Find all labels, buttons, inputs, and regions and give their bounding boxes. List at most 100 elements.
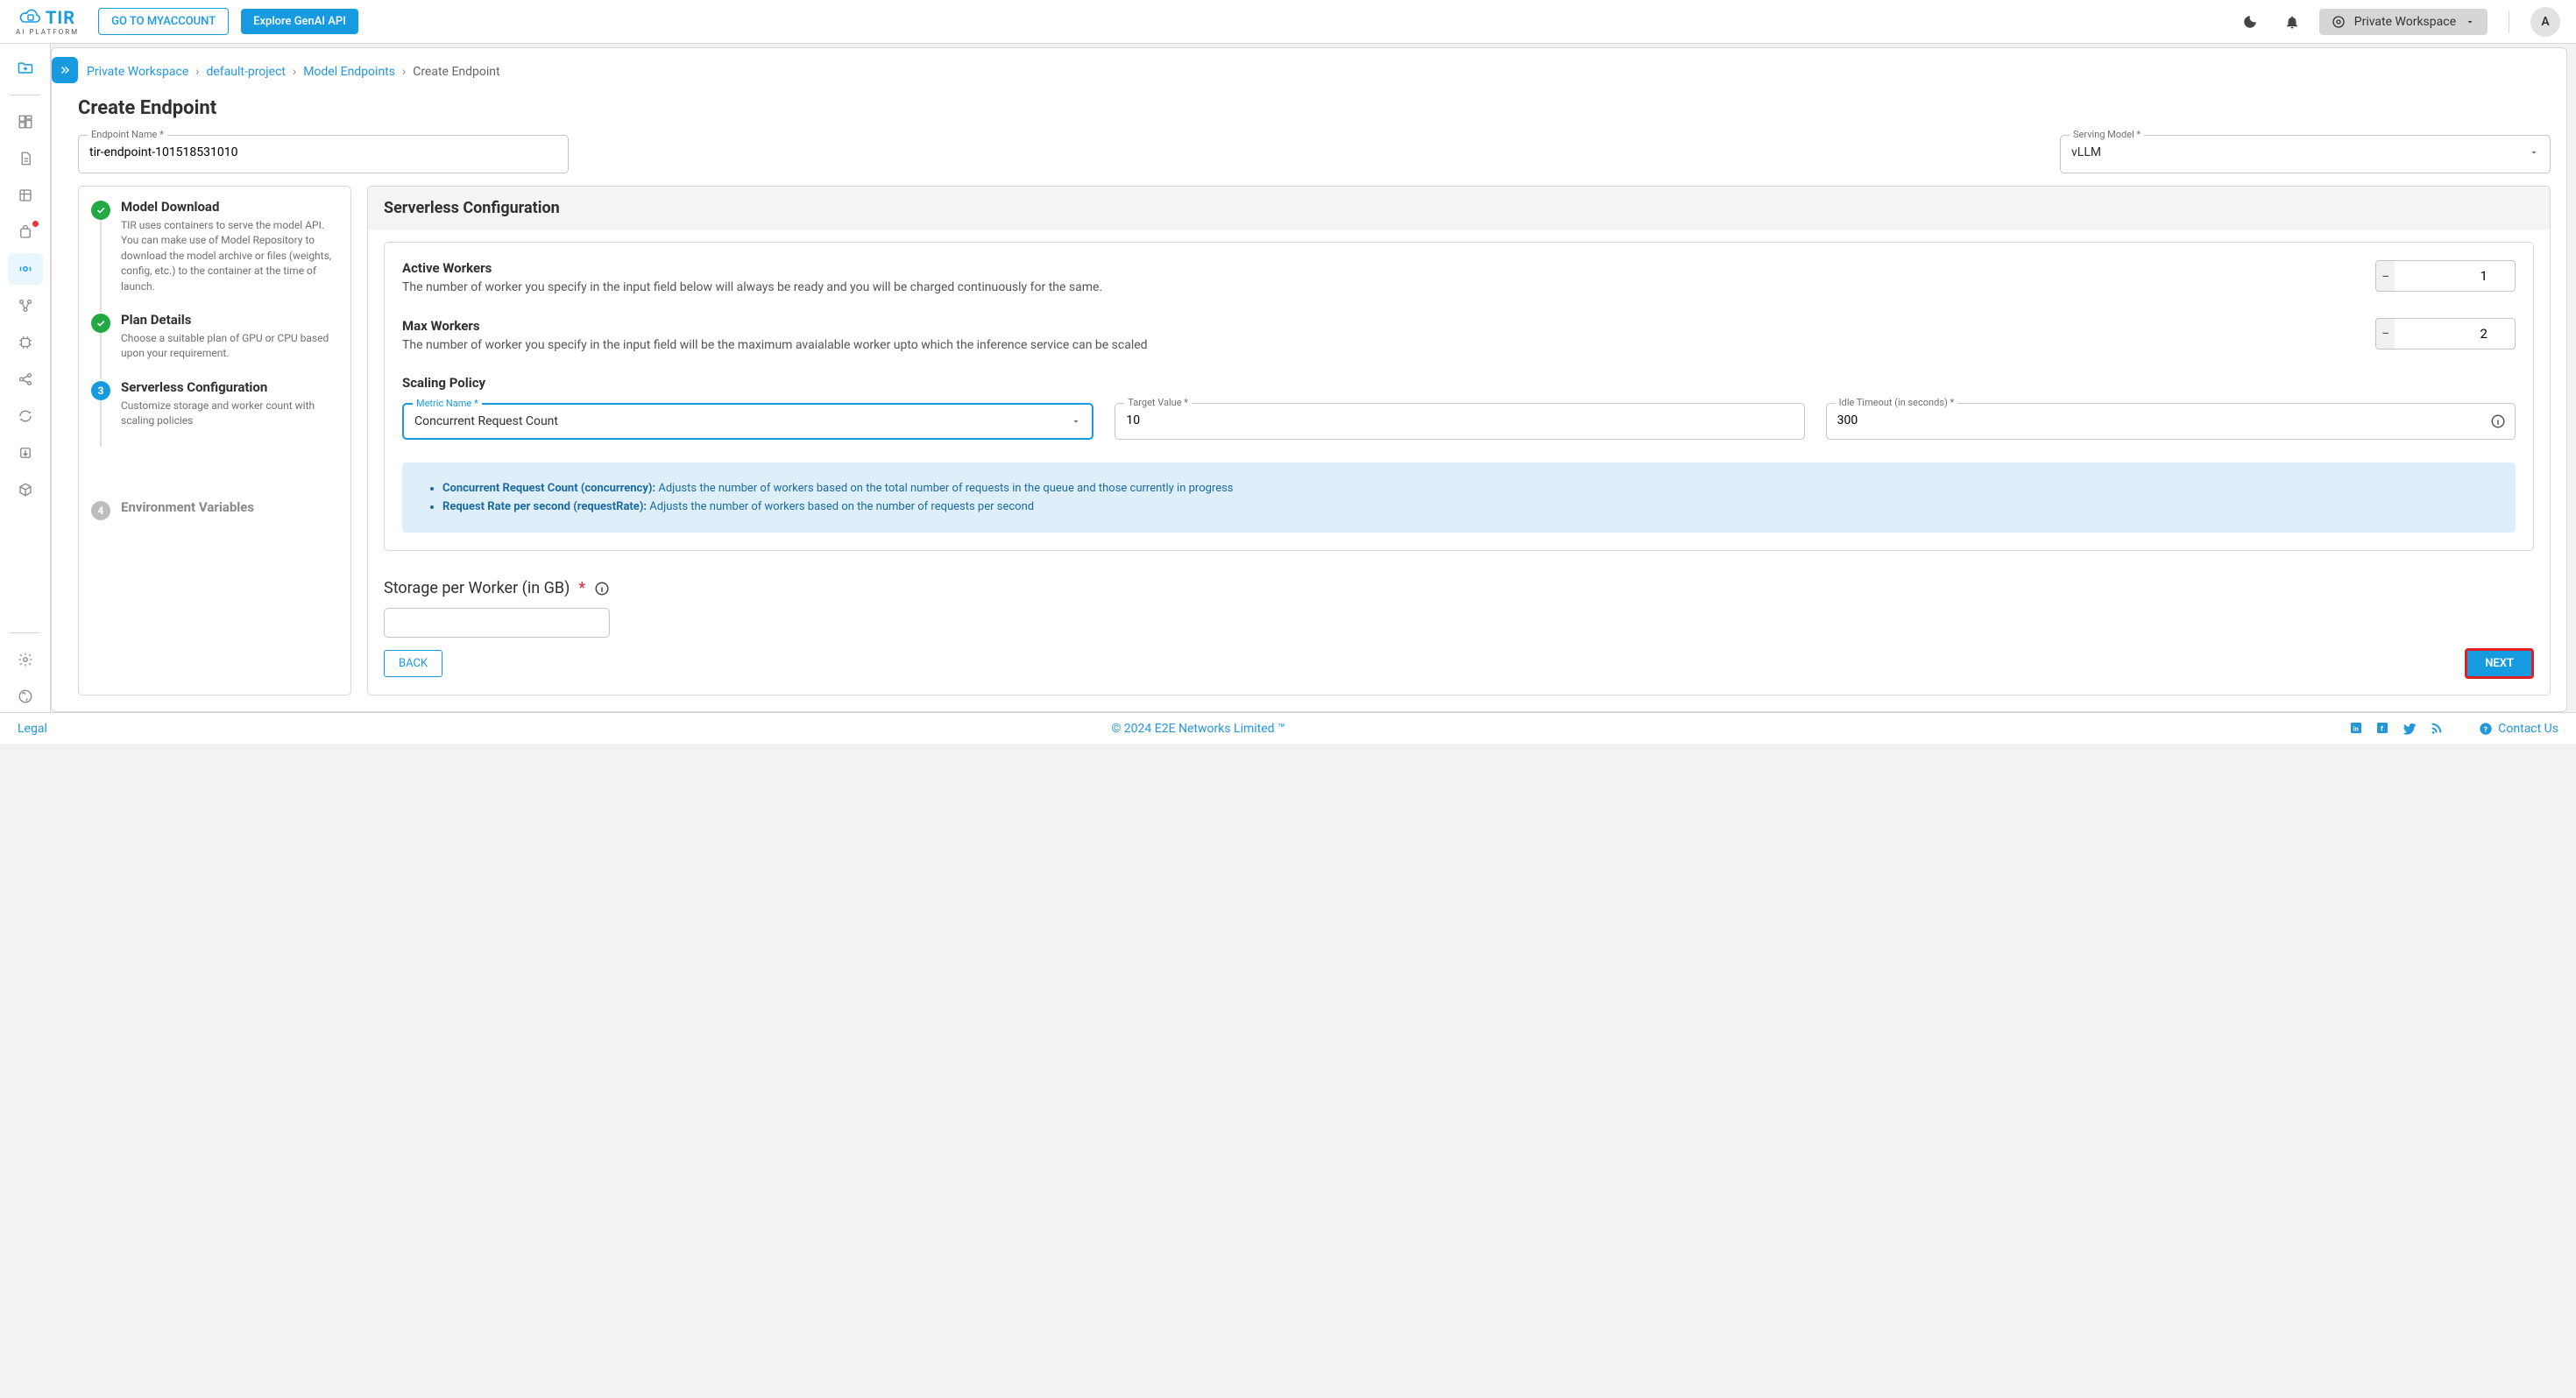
- rail-new-folder-icon[interactable]: [8, 53, 43, 84]
- rail-cube-icon[interactable]: [8, 474, 43, 505]
- config-panel: Serverless Configuration Active Workers …: [367, 186, 2551, 695]
- scope-icon: [2332, 15, 2346, 29]
- step-4-title[interactable]: Environment Variables: [121, 499, 254, 515]
- rail-pipeline-icon[interactable]: [8, 290, 43, 321]
- main-panel: Private Workspace› default-project› Mode…: [51, 47, 2567, 712]
- info-icon[interactable]: [2490, 413, 2506, 429]
- step-1-title[interactable]: Model Download: [121, 199, 338, 215]
- endpoint-name-input[interactable]: [79, 136, 568, 169]
- active-workers-stepper[interactable]: − +: [2375, 260, 2516, 292]
- check-icon: [96, 318, 106, 328]
- breadcrumb: Private Workspace› default-project› Mode…: [87, 56, 500, 79]
- step-3-icon: 3: [91, 381, 110, 400]
- rail-table-icon[interactable]: [8, 180, 43, 211]
- linkedin-icon[interactable]: in: [2349, 721, 2363, 737]
- svg-text:f: f: [2381, 724, 2383, 732]
- crumb-workspace[interactable]: Private Workspace: [87, 65, 188, 79]
- step-1-icon: [91, 201, 110, 220]
- workspace-label: Private Workspace: [2354, 15, 2456, 29]
- caret-down-icon: [1071, 416, 1081, 427]
- logo-subtext: AI PLATFORM: [16, 28, 79, 36]
- notifications-icon[interactable]: [2277, 7, 2307, 37]
- max-workers-input[interactable]: [2395, 325, 2516, 342]
- explore-genai-button[interactable]: Explore GenAI API: [241, 9, 358, 34]
- rail-region-icon[interactable]: [8, 681, 43, 712]
- crumb-current: Create Endpoint: [413, 65, 499, 79]
- svg-text:?: ?: [2484, 725, 2488, 734]
- config-heading: Serverless Configuration: [368, 187, 2550, 229]
- workspace-picker[interactable]: Private Workspace: [2319, 9, 2488, 35]
- step-3-desc: Customize storage and worker count with …: [121, 399, 338, 429]
- step-3-title[interactable]: Serverless Configuration: [121, 379, 338, 395]
- facebook-icon[interactable]: f: [2375, 721, 2389, 737]
- idle-timeout-input[interactable]: [1827, 404, 2515, 437]
- max-workers-desc: The number of worker you specify in the …: [402, 337, 2349, 355]
- chevrons-right-icon: [59, 64, 71, 76]
- storage-input[interactable]: [384, 608, 610, 638]
- footer: Legal © 2024 E2E Networks Limited ™ in f…: [0, 712, 2576, 744]
- metric-name-label: Metric Name *: [413, 398, 482, 409]
- active-workers-decrement[interactable]: −: [2376, 261, 2395, 291]
- info-icon[interactable]: [594, 581, 610, 597]
- scaling-policy-heading: Scaling Policy: [402, 375, 2516, 391]
- max-workers-stepper[interactable]: − +: [2375, 318, 2516, 350]
- footer-legal-link[interactable]: Legal: [18, 722, 47, 736]
- theme-toggle-icon[interactable]: [2235, 7, 2265, 37]
- rail-shopping-icon[interactable]: [8, 216, 43, 248]
- footer-contact-link[interactable]: Contact Us: [2498, 722, 2558, 736]
- max-workers-title: Max Workers: [402, 318, 2349, 334]
- page-title: Create Endpoint: [78, 97, 2551, 119]
- rss-icon[interactable]: [2430, 721, 2444, 737]
- top-bar: TIR AI PLATFORM GO TO MYACCOUNT Explore …: [0, 0, 2576, 44]
- logo[interactable]: TIR AI PLATFORM: [16, 7, 79, 36]
- max-workers-decrement[interactable]: −: [2376, 319, 2395, 349]
- step-1-desc: TIR uses containers to serve the model A…: [121, 218, 338, 294]
- crumb-endpoints[interactable]: Model Endpoints: [303, 65, 395, 79]
- next-button[interactable]: NEXT: [2465, 648, 2534, 679]
- target-value-input[interactable]: [1115, 404, 1803, 437]
- active-workers-desc: The number of worker you specify in the …: [402, 279, 2349, 297]
- metric-name-field[interactable]: Metric Name * Concurrent Request Count: [402, 403, 1093, 440]
- rail-dashboard-icon[interactable]: [8, 106, 43, 138]
- twitter-icon[interactable]: [2402, 721, 2417, 737]
- target-value-field[interactable]: Target Value *: [1115, 403, 1804, 440]
- serving-model-label: Serving Model *: [2070, 129, 2144, 140]
- rail-sync-icon[interactable]: [8, 400, 43, 432]
- expand-sidebar-button[interactable]: [52, 57, 78, 83]
- rail-file-icon[interactable]: [8, 143, 43, 174]
- rail-share-icon[interactable]: [8, 364, 43, 395]
- check-icon: [96, 205, 106, 215]
- active-workers-title: Active Workers: [402, 260, 2349, 276]
- idle-timeout-field[interactable]: Idle Timeout (in seconds) *: [1826, 403, 2516, 440]
- metric-name-select[interactable]: Concurrent Request Count: [404, 405, 1092, 438]
- step-2-title[interactable]: Plan Details: [121, 312, 338, 328]
- rail-endpoints-icon[interactable]: [8, 253, 43, 285]
- rail-export-icon[interactable]: [8, 437, 43, 469]
- step-2-desc: Choose a suitable plan of GPU or CPU bas…: [121, 331, 338, 362]
- step-4-icon: 4: [91, 501, 110, 520]
- help-icon[interactable]: ?: [2479, 722, 2493, 736]
- crumb-project[interactable]: default-project: [206, 65, 286, 79]
- svg-text:in: in: [2353, 724, 2359, 732]
- serving-model-select[interactable]: vLLM: [2061, 136, 2550, 169]
- logo-text: TIR: [46, 7, 75, 28]
- endpoint-name-field[interactable]: Endpoint Name *: [78, 135, 569, 173]
- endpoint-name-label: Endpoint Name *: [88, 129, 167, 140]
- caret-down-icon: [2529, 147, 2539, 158]
- footer-copyright: © 2024 E2E Networks Limited ™: [47, 722, 2349, 736]
- rail-settings-icon[interactable]: [8, 644, 43, 675]
- rail-chip-icon[interactable]: [8, 327, 43, 358]
- back-button[interactable]: BACK: [384, 650, 442, 677]
- goto-myaccount-button[interactable]: GO TO MYACCOUNT: [98, 8, 229, 35]
- serving-model-field[interactable]: Serving Model * vLLM: [2060, 135, 2551, 173]
- idle-timeout-label: Idle Timeout (in seconds) *: [1836, 397, 1958, 408]
- active-workers-input[interactable]: [2395, 267, 2516, 285]
- storage-heading: Storage per Worker (in GB)*: [368, 563, 2550, 603]
- step-sidebar: Model Download TIR uses containers to se…: [78, 186, 351, 695]
- target-value-label: Target Value *: [1124, 397, 1192, 408]
- left-rail: [0, 44, 51, 712]
- cloud-chip-icon: [19, 9, 42, 26]
- avatar[interactable]: A: [2530, 7, 2560, 37]
- scaling-info-note: Concurrent Request Count (concurrency): …: [402, 462, 2516, 533]
- caret-down-icon: [2465, 17, 2475, 27]
